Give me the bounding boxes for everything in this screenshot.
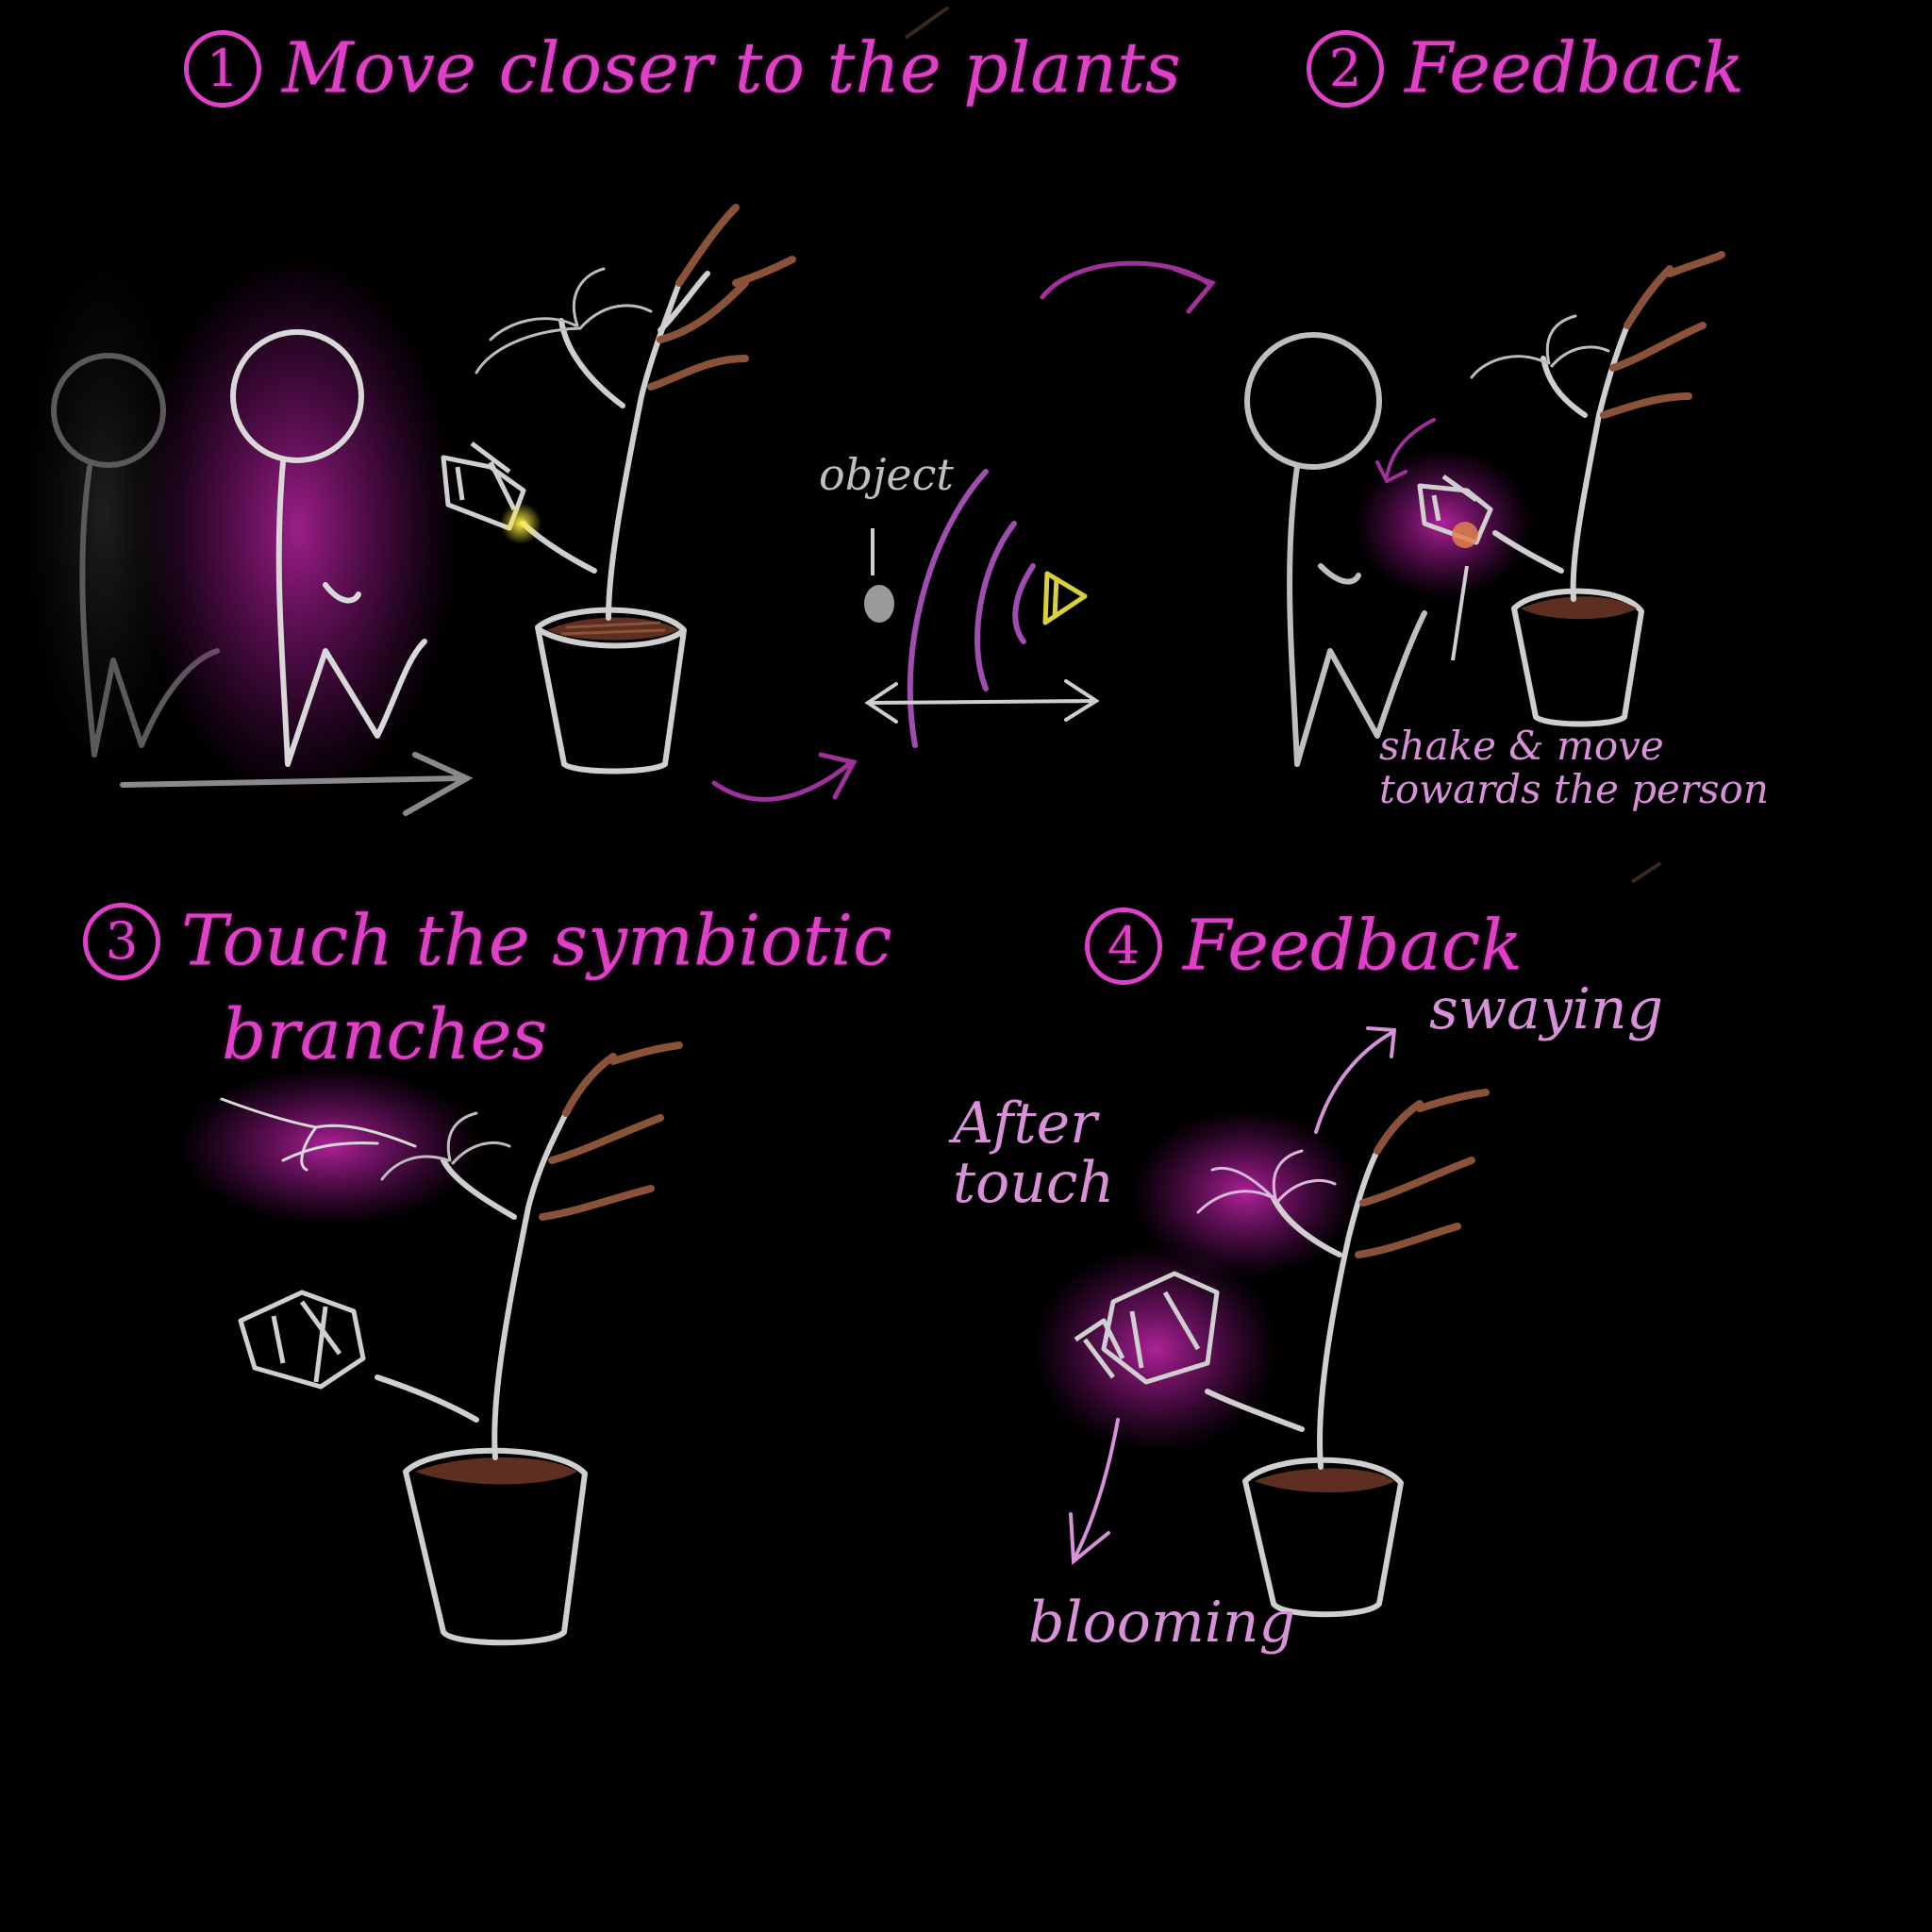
after-touch-line-1: After [953, 1091, 1097, 1157]
flow-arrow-2 [1040, 260, 1217, 314]
step-2-label: Feedback [1405, 27, 1745, 109]
blooming-label: blooming [1028, 1590, 1295, 1656]
step-4-heading: 4 Feedback [1085, 906, 1523, 985]
potted-plant-icon [1417, 251, 1725, 727]
shake-move-label: shake & move towards the person [1379, 724, 1769, 811]
step-3-heading: 3 Touch the symbiotic [83, 901, 892, 980]
distance-arrow [864, 679, 1100, 724]
after-touch-label: After touch [953, 1094, 1114, 1213]
proximity-sensor-icon [500, 503, 541, 544]
proximity-sensor-icon [1042, 571, 1088, 625]
step-3-label-line2: branches [222, 994, 548, 1075]
panel-2 [1244, 251, 1725, 767]
after-touch-line-2: touch [953, 1150, 1115, 1216]
person-glow [137, 255, 458, 802]
swaying-label: swaying [1429, 976, 1664, 1042]
stray-stroke [1630, 861, 1662, 884]
step-3-number: 3 [83, 902, 160, 980]
panel-3 [179, 1041, 683, 1646]
object-label: object [819, 449, 954, 500]
swaying-arrow [1314, 1026, 1397, 1134]
shake-move-line-2: towards the person [1379, 766, 1769, 813]
step-4-number: 4 [1085, 907, 1162, 985]
step-2-heading: 2 Feedback [1307, 28, 1744, 108]
step-4-label: Feedback [1183, 905, 1524, 987]
step-3-label: Touch the symbiotic [181, 900, 892, 982]
shake-move-line-1: shake & move [1379, 723, 1664, 769]
step-1-number: 1 [184, 29, 261, 108]
potted-plant-icon [441, 204, 796, 774]
object-dot [864, 585, 894, 623]
panel-1 [24, 204, 796, 816]
sensing-diagram [711, 260, 1217, 802]
signal-waves [907, 469, 1036, 748]
sketch-canvas: 1 Move closer to the plants 2 Feedback 3 To… [0, 0, 1932, 1932]
step-1-label: Move closer to the plants [282, 27, 1181, 109]
flow-arrow-1 [711, 752, 858, 802]
step-1-heading: 1 Move closer to the plants [184, 28, 1181, 108]
step-2-number: 2 [1307, 29, 1384, 108]
bloom-glow [1033, 1245, 1278, 1453]
